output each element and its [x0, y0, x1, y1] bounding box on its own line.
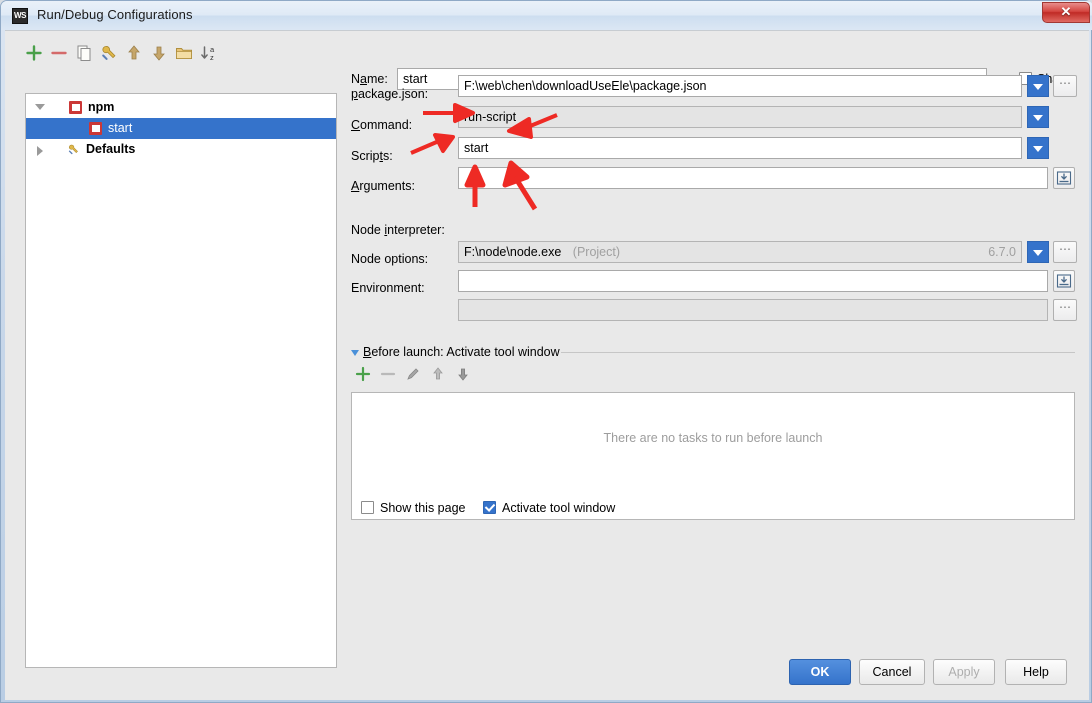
wrench-icon [66, 142, 81, 157]
tree-node-defaults[interactable]: Defaults [26, 139, 336, 160]
apply-button: Apply [933, 659, 995, 685]
node-interpreter-dropdown-button[interactable] [1027, 241, 1049, 263]
remove-task-button[interactable] [378, 364, 398, 384]
configurations-toolbar: a z [23, 42, 323, 66]
window-title: Run/Debug Configurations [37, 7, 193, 22]
package-json-label: package.json: [351, 87, 429, 101]
command-label: Command: [351, 118, 413, 132]
before-launch-divider [561, 352, 1075, 353]
ok-button[interactable]: OK [789, 659, 851, 685]
command-input[interactable]: run-script [458, 106, 1022, 128]
expand-collapse-icon[interactable] [35, 104, 45, 110]
scripts-input[interactable]: start [458, 137, 1022, 159]
remove-configuration-button[interactable] [48, 42, 70, 64]
edit-defaults-button[interactable] [98, 42, 120, 64]
create-folder-button[interactable] [173, 42, 195, 64]
node-interpreter-input[interactable]: F:\node\node.exe (Project) 6.7.0 [458, 241, 1022, 263]
before-launch-collapse-icon[interactable] [351, 350, 359, 356]
configurations-tree[interactable]: npm start Defaults [25, 93, 337, 668]
node-interpreter-label: Node interpreter: [351, 223, 445, 237]
environment-label: Environment: [351, 281, 425, 295]
tree-node-label: npm [88, 100, 115, 114]
node-interpreter-browse-button[interactable]: ⋯ [1053, 241, 1077, 263]
arguments-input[interactable] [458, 167, 1048, 189]
webstorm-icon: WS [12, 8, 28, 24]
scripts-dropdown-button[interactable] [1027, 137, 1049, 159]
show-this-page-checkbox[interactable] [361, 501, 374, 514]
node-interpreter-version: 6.7.0 [988, 245, 1016, 259]
scripts-label: Scripts: [351, 149, 393, 163]
tree-node-start[interactable]: start [26, 118, 336, 139]
environment-input[interactable] [458, 299, 1048, 321]
environment-browse-button[interactable]: ⋯ [1053, 299, 1077, 321]
sort-alphabetically-button[interactable]: a z [198, 42, 220, 64]
activate-tool-window-checkbox[interactable] [483, 501, 496, 514]
svg-text:z: z [210, 53, 214, 62]
add-configuration-button[interactable] [23, 42, 45, 64]
tree-node-npm[interactable]: npm [26, 97, 336, 118]
package-json-input[interactable]: F:\web\chen\downloadUseEle\package.json [458, 75, 1022, 97]
activate-tool-window-label[interactable]: Activate tool window [502, 501, 615, 515]
dialog-body: a z npm start Defaults Name: start packa… [5, 30, 1089, 700]
move-task-down-button[interactable] [453, 364, 473, 384]
node-interpreter-value: F:\node\node.exe [464, 245, 562, 259]
expand-collapse-icon[interactable] [37, 146, 43, 156]
package-json-browse-button[interactable]: ⋯ [1053, 75, 1077, 97]
move-task-up-button[interactable] [428, 364, 448, 384]
node-options-input[interactable] [458, 270, 1048, 292]
help-button[interactable]: Help [1005, 659, 1067, 685]
arguments-expand-button[interactable] [1053, 167, 1075, 189]
arguments-label: Arguments: [351, 179, 415, 193]
move-down-button[interactable] [148, 42, 170, 64]
npm-icon [69, 101, 82, 114]
dialog-window: WS Run/Debug Configurations ✕ a z npm st… [0, 0, 1092, 703]
move-up-button[interactable] [123, 42, 145, 64]
copy-configuration-button[interactable] [73, 42, 95, 64]
edit-task-button[interactable] [403, 364, 423, 384]
command-dropdown-button[interactable] [1027, 106, 1049, 128]
tasks-empty-message: There are no tasks to run before launch [603, 431, 823, 445]
node-options-expand-button[interactable] [1053, 270, 1075, 292]
tree-node-label: start [108, 121, 133, 135]
close-button[interactable]: ✕ [1042, 2, 1090, 23]
cancel-button[interactable]: Cancel [859, 659, 925, 685]
name-label: Name: [351, 72, 388, 86]
add-task-button[interactable] [353, 364, 373, 384]
tree-node-label: Defaults [86, 142, 136, 156]
show-this-page-label[interactable]: Show this page [380, 501, 465, 515]
package-json-dropdown-button[interactable] [1027, 75, 1049, 97]
npm-icon [89, 122, 102, 135]
title-bar: WS Run/Debug Configurations ✕ [1, 1, 1092, 30]
before-launch-title: Before launch: Activate tool window [363, 345, 560, 359]
node-options-label: Node options: [351, 252, 429, 266]
node-interpreter-hint: (Project) [572, 245, 621, 259]
